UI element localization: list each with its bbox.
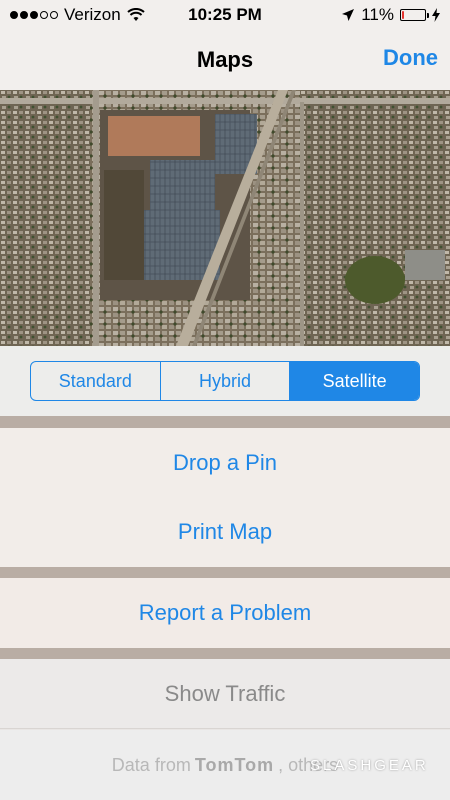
signal-strength-icon xyxy=(10,11,58,19)
satellite-map-preview[interactable] xyxy=(0,90,450,346)
battery-percent: 11% xyxy=(361,5,394,24)
segment-standard[interactable]: Standard xyxy=(31,362,161,400)
print-map-button[interactable]: Print Map xyxy=(0,497,450,567)
nav-bar: Maps Done xyxy=(0,30,450,90)
carrier-name: Verizon xyxy=(64,5,121,24)
page-title: Maps xyxy=(196,47,254,72)
slashgear-watermark: SLASHGEAR xyxy=(310,757,429,774)
section-divider xyxy=(0,416,450,428)
tomtom-logo: TomTom xyxy=(194,754,275,775)
drop-pin-button[interactable]: Drop a Pin xyxy=(0,428,450,498)
status-right: 11% xyxy=(341,5,440,25)
section-divider xyxy=(0,567,450,578)
show-traffic-button[interactable]: Show Traffic xyxy=(0,659,450,729)
report-problem-button[interactable]: Report a Problem xyxy=(0,578,450,648)
segment-hybrid[interactable]: Hybrid xyxy=(161,362,291,400)
charging-bolt-icon xyxy=(432,8,440,22)
done-button[interactable]: Done xyxy=(383,45,438,71)
status-bar: Verizon 10:25 PM 11% xyxy=(0,0,450,30)
section-divider xyxy=(0,648,450,659)
wifi-icon xyxy=(127,8,145,21)
attribution-prefix: Data from xyxy=(111,754,191,775)
status-left: Verizon xyxy=(10,5,145,25)
battery-level xyxy=(402,11,404,19)
map-type-segmented-control: Standard Hybrid Satellite xyxy=(30,361,420,401)
location-arrow-icon xyxy=(342,9,355,21)
battery-icon xyxy=(400,9,429,21)
segment-satellite[interactable]: Satellite xyxy=(290,362,419,400)
map-type-area: Standard Hybrid Satellite xyxy=(0,346,450,416)
